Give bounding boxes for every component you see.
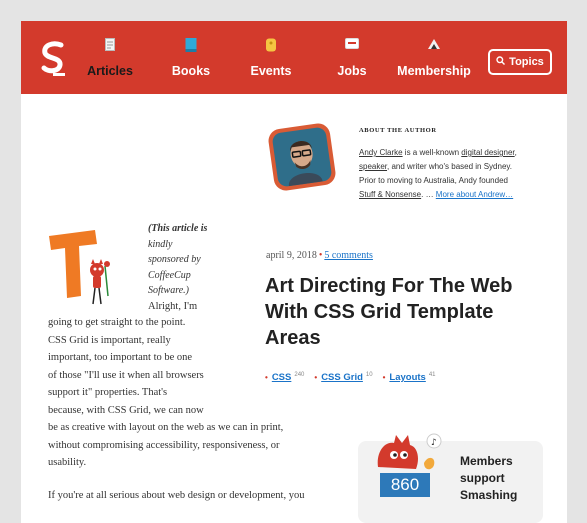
- stuff-nonsense-link[interactable]: Stuff & Nonsense: [359, 190, 421, 199]
- nav-label: Events: [250, 64, 292, 78]
- title-line: With CSS Grid Template: [265, 301, 494, 323]
- body-line: be as creative with layout on the web as…: [48, 422, 284, 433]
- nav-item-books[interactable]: Books: [169, 21, 213, 94]
- body-line: because, with CSS Grid, we can now: [48, 404, 204, 416]
- article-meta: april 9, 2018 • 5 comments: [266, 250, 373, 261]
- tag-bullet-icon: •: [265, 373, 268, 383]
- nav-item-membership[interactable]: Membership: [394, 21, 474, 94]
- tag-count: 41: [428, 372, 436, 378]
- body-line: usability.: [48, 457, 87, 468]
- members-line: support: [460, 471, 505, 485]
- sponsor-line: kindly: [148, 238, 173, 250]
- tag-css-grid[interactable]: • CSS Grid 10: [314, 372, 372, 383]
- articles-icon: [105, 38, 115, 54]
- members-promo-card[interactable]: ♪ 860 Members support Smashing: [358, 433, 543, 523]
- members-line: Smashing: [460, 488, 518, 502]
- tag-count: 10: [365, 372, 373, 378]
- author-photo[interactable]: [265, 120, 339, 194]
- body-line: support it" properties. That's: [48, 387, 168, 398]
- sponsor-note: (This article is kindly sponsored by Cof…: [148, 221, 238, 299]
- member-count: 860: [380, 473, 430, 497]
- nav-label: Books: [171, 64, 211, 78]
- bio-text: is a well-known: [402, 148, 462, 157]
- title-line: Areas: [265, 327, 321, 349]
- body-line: CSS Grid is important, really: [48, 334, 171, 346]
- tag-css[interactable]: • CSS 240: [265, 372, 304, 383]
- page-frame: Articles Books Events Jobs Membership To…: [21, 21, 567, 523]
- article-tags: • CSS 240 • CSS Grid 10 • Layouts 41: [265, 372, 436, 383]
- tag-name[interactable]: CSS: [272, 372, 292, 383]
- body-line: going to get straight to the point.: [48, 317, 186, 328]
- svg-text:♪: ♪: [431, 438, 437, 448]
- body-next-paragraph: If you're at all serious about web desig…: [48, 490, 305, 501]
- tag-count: 240: [294, 372, 305, 378]
- tag-name[interactable]: Layouts: [389, 372, 425, 383]
- nav-item-jobs[interactable]: Jobs: [331, 21, 373, 94]
- members-line: Members: [460, 454, 513, 468]
- comments-link[interactable]: 5 comments: [324, 250, 373, 261]
- about-author-heading: ABOUT THE AUTHOR: [359, 127, 437, 134]
- topics-button[interactable]: Topics: [488, 49, 552, 75]
- tag-bullet-icon: •: [382, 373, 386, 383]
- events-icon: [266, 38, 277, 55]
- author-bio: Andy Clarke is a well-known digital desi…: [359, 146, 539, 202]
- jobs-icon: [345, 38, 359, 52]
- tag-bullet-icon: •: [314, 373, 318, 383]
- digital-designer-link[interactable]: digital designer: [461, 148, 514, 157]
- sponsor-line: sponsored by: [148, 254, 201, 265]
- body-line: of those "I'll use it when all browsers: [48, 369, 204, 381]
- topics-label: Topics: [509, 56, 544, 68]
- tag-layouts[interactable]: • Layouts 41: [383, 372, 436, 383]
- sponsor-note-bold: (This article is: [148, 223, 208, 234]
- nav-label: Articles: [87, 64, 133, 78]
- nav-item-articles[interactable]: Articles: [85, 21, 135, 94]
- body-line: without compromising accessibility, resp…: [48, 439, 280, 451]
- bio-text: , and writer who's based in Sydney.: [387, 162, 513, 171]
- smashing-logo[interactable]: [39, 41, 67, 77]
- more-about-author-link[interactable]: More about Andrew…: [436, 190, 513, 199]
- speaker-link[interactable]: speaker: [359, 162, 387, 171]
- body-line: important, too important to be one: [48, 352, 193, 363]
- title-line: Art Directing For The Web: [265, 275, 513, 297]
- books-icon: [185, 38, 197, 55]
- bio-text: Prior to moving to Australia, Andy found…: [359, 176, 508, 185]
- sponsor-line: CoffeeCup: [148, 269, 191, 281]
- article-date: april 9, 2018: [266, 250, 317, 261]
- main-nav: Articles Books Events Jobs Membership To…: [21, 21, 567, 94]
- bio-text: ,: [514, 148, 517, 157]
- nav-label: Membership: [397, 64, 471, 78]
- tag-name[interactable]: CSS Grid: [321, 372, 363, 383]
- membership-icon: [427, 38, 441, 53]
- author-name-link[interactable]: Andy Clarke: [359, 148, 403, 157]
- members-text: Members support Smashing: [460, 453, 517, 504]
- intro-text-start: Alright, I'm: [148, 301, 198, 312]
- nav-label: Jobs: [337, 64, 367, 78]
- sponsor-line: Software.): [148, 285, 190, 296]
- sponsor-drop-cap-illustration: [45, 226, 115, 316]
- bio-text: . …: [421, 190, 436, 199]
- search-icon: [496, 56, 506, 68]
- article-title: Art Directing For The Web With CSS Grid …: [265, 273, 555, 351]
- nav-item-events[interactable]: Events: [246, 21, 296, 94]
- meta-separator: •: [318, 250, 323, 261]
